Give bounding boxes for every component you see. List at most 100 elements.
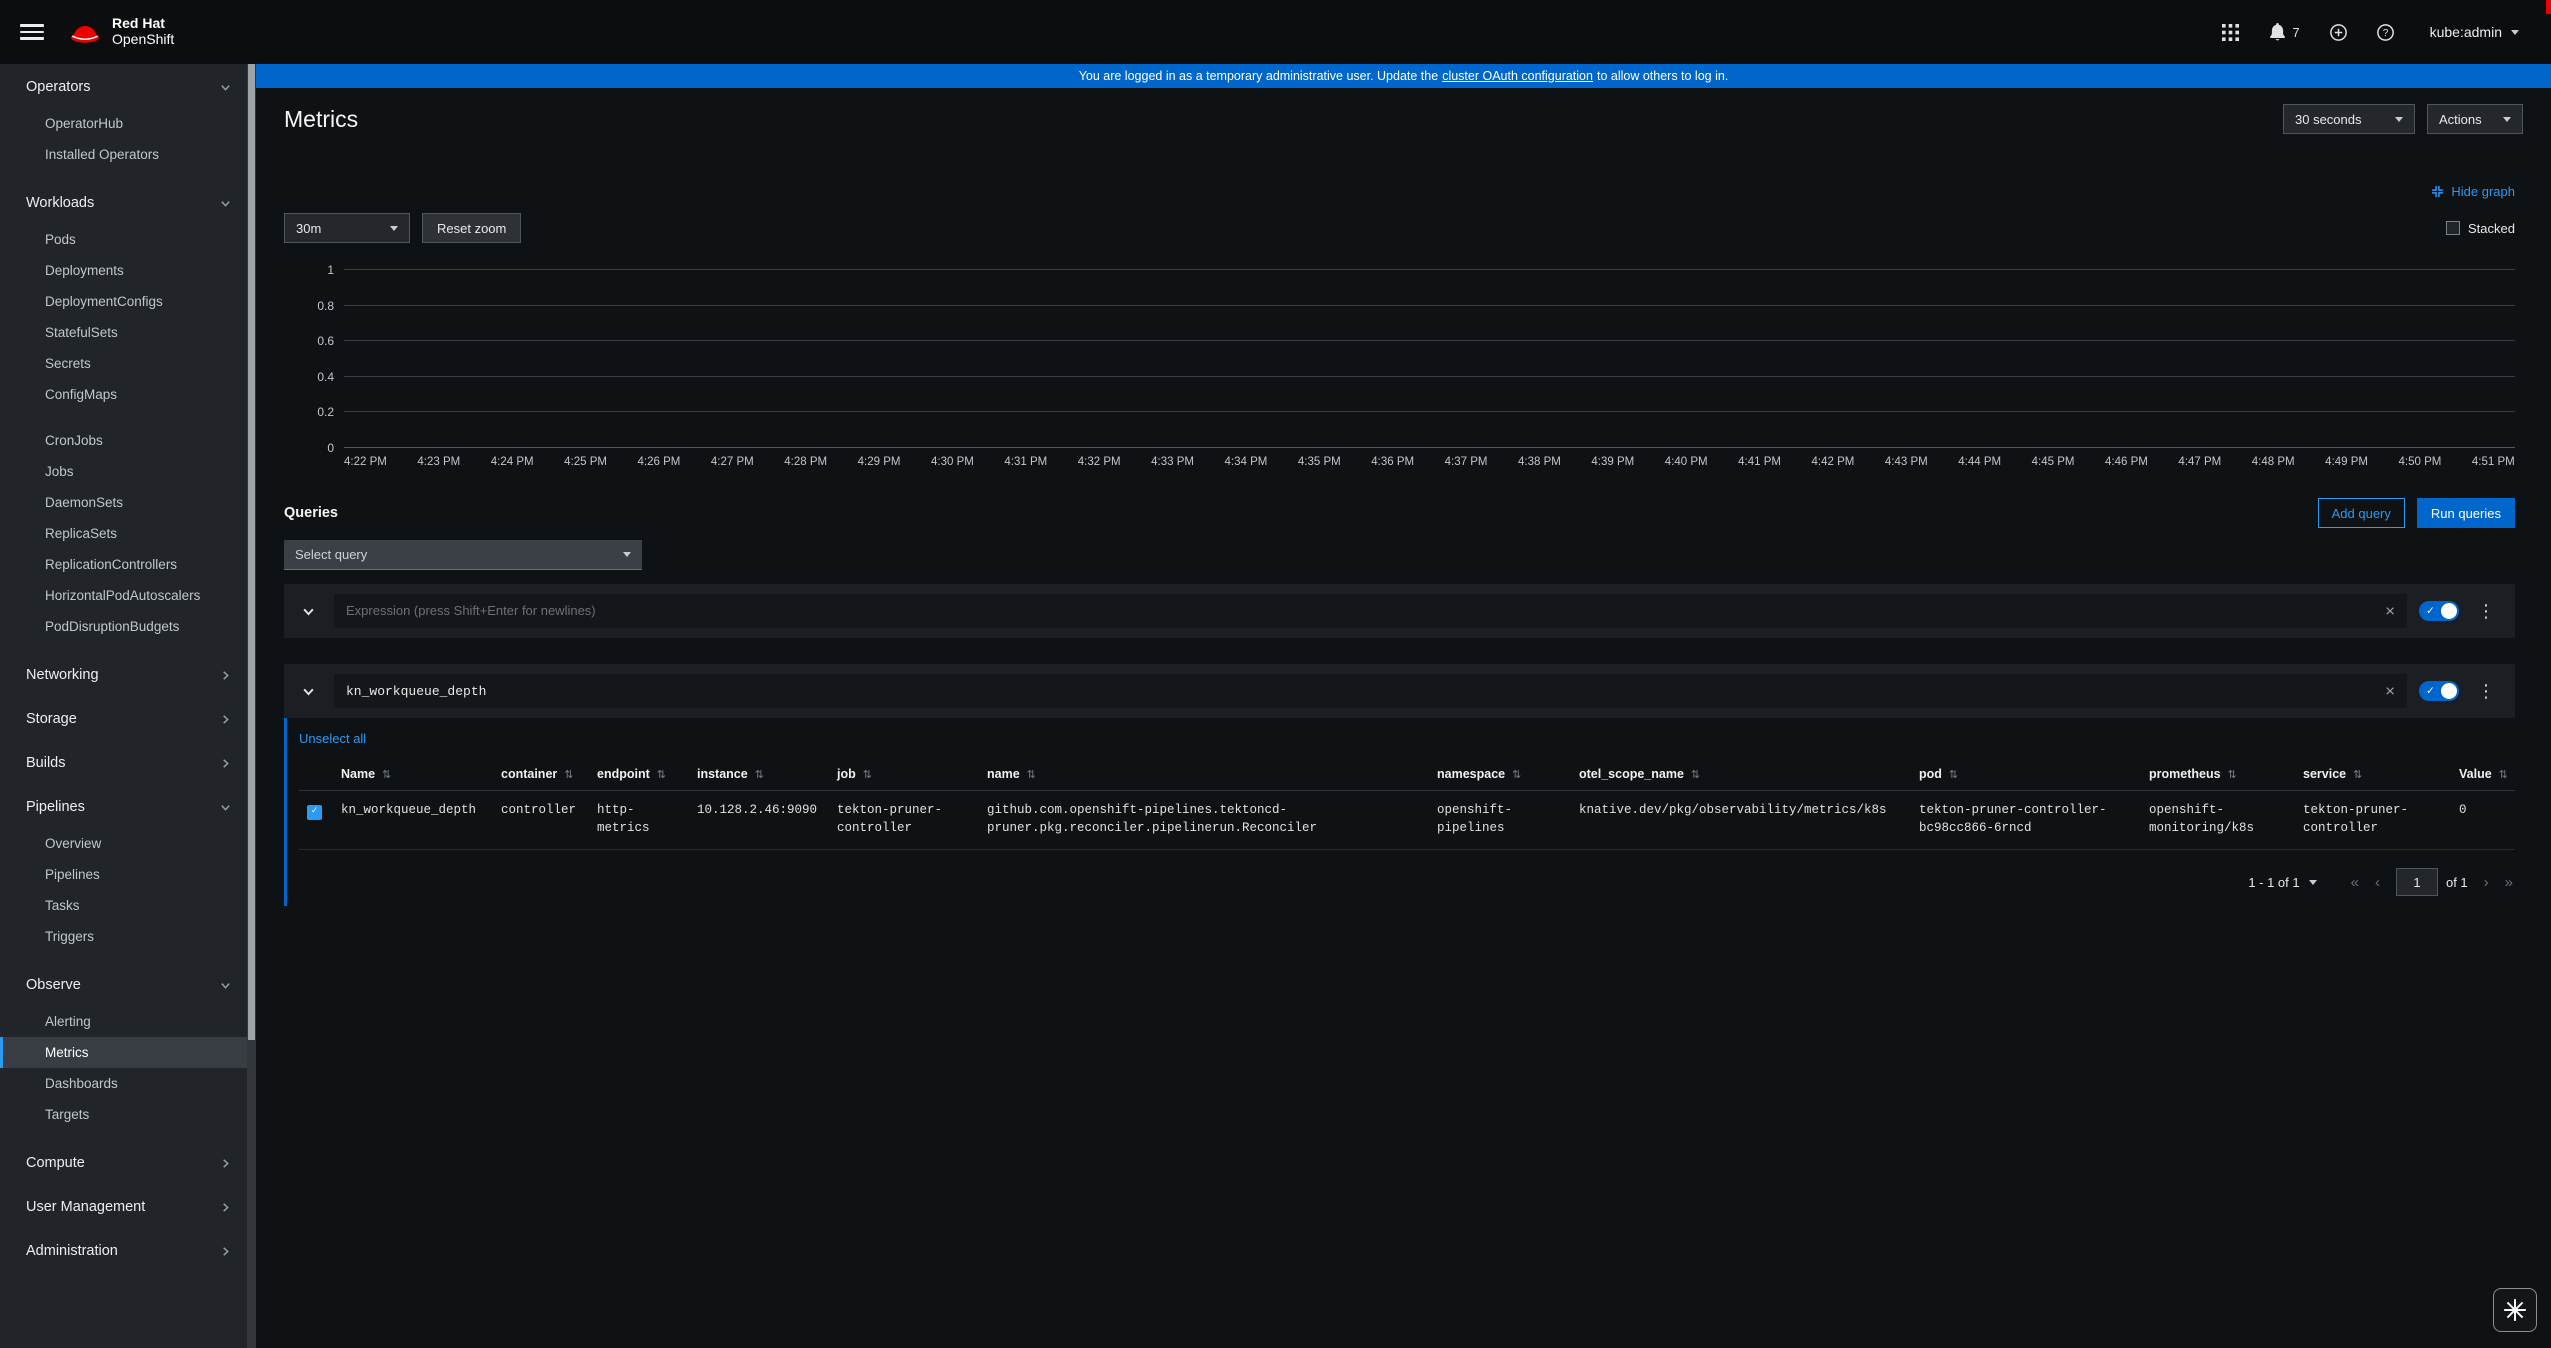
screen-cursor-overlay-icon xyxy=(2493,1288,2537,1332)
query-enabled-toggle[interactable]: ✓ xyxy=(2419,601,2459,621)
column-header-value[interactable]: Value⇅ xyxy=(2451,758,2515,791)
notifications-button[interactable]: 7 xyxy=(2269,23,2299,41)
column-header-name[interactable]: Name⇅ xyxy=(333,758,493,791)
sidebar-item-alerting[interactable]: Alerting xyxy=(0,1006,247,1037)
sidebar-section-networking[interactable]: Networking xyxy=(0,652,247,696)
sidebar-item-pods[interactable]: Pods xyxy=(0,224,247,255)
x-tick-label: 4:38 PM xyxy=(1518,456,1561,468)
query-kebab-menu[interactable]: ⋮ xyxy=(2471,602,2501,620)
last-page-button[interactable]: » xyxy=(2505,874,2513,891)
column-header-job[interactable]: job⇅ xyxy=(829,758,979,791)
first-page-button[interactable]: « xyxy=(2351,874,2359,891)
sidebar-section-user-management[interactable]: User Management xyxy=(0,1184,247,1228)
run-queries-button[interactable]: Run queries xyxy=(2417,498,2515,528)
column-header-pod[interactable]: pod⇅ xyxy=(1911,758,2141,791)
prev-page-button[interactable]: ‹ xyxy=(2375,874,2380,891)
column-header-namespace[interactable]: namespace⇅ xyxy=(1429,758,1571,791)
pagination-summary: 1 - 1 of 1 xyxy=(2248,875,2299,890)
select-query-dropdown[interactable]: Select query xyxy=(284,540,642,570)
current-page-input[interactable]: 1 xyxy=(2396,868,2438,896)
column-label: name xyxy=(987,767,1020,781)
column-header-otel-scope-name[interactable]: otel_scope_name⇅ xyxy=(1571,758,1911,791)
sidebar-section-workloads[interactable]: Workloads xyxy=(0,180,247,224)
sidebar-item-cronjobs[interactable]: CronJobs xyxy=(0,425,247,456)
refresh-interval-select[interactable]: 30 seconds xyxy=(2283,104,2415,134)
cell-name: github.com.openshift-pipelines.tektoncd-… xyxy=(979,791,1429,850)
sidebar-section-compute[interactable]: Compute xyxy=(0,1140,247,1184)
caret-down-icon xyxy=(2395,117,2403,122)
column-header-prometheus[interactable]: prometheus⇅ xyxy=(2141,758,2295,791)
sidebar-item-triggers[interactable]: Triggers xyxy=(0,921,247,952)
sidebar-item-deployments[interactable]: Deployments xyxy=(0,255,247,286)
sidebar-item-operatorhub[interactable]: OperatorHub xyxy=(0,108,247,139)
sidebar-item-daemonsets[interactable]: DaemonSets xyxy=(0,487,247,518)
add-query-button[interactable]: Add query xyxy=(2318,498,2405,528)
next-page-button[interactable]: › xyxy=(2484,874,2489,891)
sidebar-item-configmaps[interactable]: ConfigMaps xyxy=(0,379,247,410)
sidebar-section-administration[interactable]: Administration xyxy=(0,1228,247,1272)
column-header-container[interactable]: container⇅ xyxy=(493,758,589,791)
sidebar-scrollbar[interactable] xyxy=(247,64,256,1348)
sidebar-item-replicationcontrollers[interactable]: ReplicationControllers xyxy=(0,549,247,580)
sidebar-item-pipelines[interactable]: Pipelines xyxy=(0,859,247,890)
sidebar-item-statefulsets[interactable]: StatefulSets xyxy=(0,317,247,348)
sidebar-item-installed-operators[interactable]: Installed Operators xyxy=(0,139,247,170)
sidebar-section-observe[interactable]: Observe xyxy=(0,962,247,1006)
sidebar-scrollbar-thumb[interactable] xyxy=(248,64,255,1040)
query-expand-toggle[interactable] xyxy=(294,597,322,625)
compress-icon xyxy=(2431,185,2444,198)
redhat-openshift-logo[interactable]: Red Hat OpenShift xyxy=(68,16,174,47)
actions-dropdown[interactable]: Actions xyxy=(2427,104,2523,134)
query-kebab-menu[interactable]: ⋮ xyxy=(2471,682,2501,700)
query-expand-toggle[interactable] xyxy=(294,677,322,705)
nav-toggle-button[interactable] xyxy=(20,24,44,40)
column-header-endpoint[interactable]: endpoint⇅ xyxy=(589,758,689,791)
nav-section-observe: ObserveAlertingMetricsDashboardsTargets xyxy=(0,962,247,1140)
column-header-service[interactable]: service⇅ xyxy=(2295,758,2451,791)
import-button[interactable] xyxy=(2330,24,2347,41)
sidebar-item-dashboards[interactable]: Dashboards xyxy=(0,1068,247,1099)
sidebar-section-operators[interactable]: Operators xyxy=(0,64,247,108)
sort-icon: ⇅ xyxy=(657,769,666,781)
help-button[interactable]: ? xyxy=(2377,24,2394,41)
stacked-checkbox[interactable]: Stacked xyxy=(2446,221,2515,236)
column-header-name[interactable]: name⇅ xyxy=(979,758,1429,791)
sidebar-section-builds[interactable]: Builds xyxy=(0,740,247,784)
column-header-instance[interactable]: instance⇅ xyxy=(689,758,829,791)
unselect-all-link[interactable]: Unselect all xyxy=(299,731,366,746)
sidebar-item-metrics[interactable]: Metrics xyxy=(0,1037,247,1068)
sidebar-section-storage[interactable]: Storage xyxy=(0,696,247,740)
nav-section-pipelines: PipelinesOverviewPipelinesTasksTriggers xyxy=(0,784,247,962)
query-enabled-toggle[interactable]: ✓ xyxy=(2419,681,2459,701)
pagination-options-menu[interactable]: 1 - 1 of 1 xyxy=(2242,874,2322,891)
sidebar-item-horizontalpodautoscalers[interactable]: HorizontalPodAutoscalers xyxy=(0,580,247,611)
sidebar-item-overview[interactable]: Overview xyxy=(0,828,247,859)
query-expression-input[interactable] xyxy=(334,674,2407,708)
clear-expression-button[interactable]: × xyxy=(2379,601,2401,622)
sidebar-item-jobs[interactable]: Jobs xyxy=(0,456,247,487)
reset-zoom-button[interactable]: Reset zoom xyxy=(422,213,521,243)
sidebar-item-replicasets[interactable]: ReplicaSets xyxy=(0,518,247,549)
sidebar-item-secrets[interactable]: Secrets xyxy=(0,348,247,379)
sidebar-item-poddisruptionbudgets[interactable]: PodDisruptionBudgets xyxy=(0,611,247,642)
sidebar-item-tasks[interactable]: Tasks xyxy=(0,890,247,921)
row-checkbox[interactable]: ✓ xyxy=(307,805,322,820)
query-expression-input[interactable] xyxy=(334,594,2407,628)
app-launcher-button[interactable] xyxy=(2222,24,2239,41)
bell-icon xyxy=(2269,23,2286,41)
clear-expression-button[interactable]: × xyxy=(2379,681,2401,702)
chevron-down-icon xyxy=(220,802,231,813)
hide-graph-link[interactable]: Hide graph xyxy=(2431,184,2515,199)
sidebar-item-targets[interactable]: Targets xyxy=(0,1099,247,1130)
sidebar-section-pipelines[interactable]: Pipelines xyxy=(0,784,247,828)
oauth-config-link[interactable]: cluster OAuth configuration xyxy=(1442,69,1593,83)
query-results-panel: Unselect all Name⇅container⇅endpoint⇅ins… xyxy=(284,718,2515,906)
notification-count: 7 xyxy=(2292,25,2299,40)
pagination: 1 - 1 of 1 « ‹ 1 of 1 › » xyxy=(299,850,2515,902)
cell-namespace: openshift-pipelines xyxy=(1429,791,1571,850)
sidebar-item-deploymentconfigs[interactable]: DeploymentConfigs xyxy=(0,286,247,317)
chevron-down-icon xyxy=(220,198,231,209)
user-menu[interactable]: kube:admin xyxy=(2424,23,2525,41)
cell-service: tekton-pruner-controller xyxy=(2295,791,2451,850)
time-range-select[interactable]: 30m xyxy=(284,213,410,243)
